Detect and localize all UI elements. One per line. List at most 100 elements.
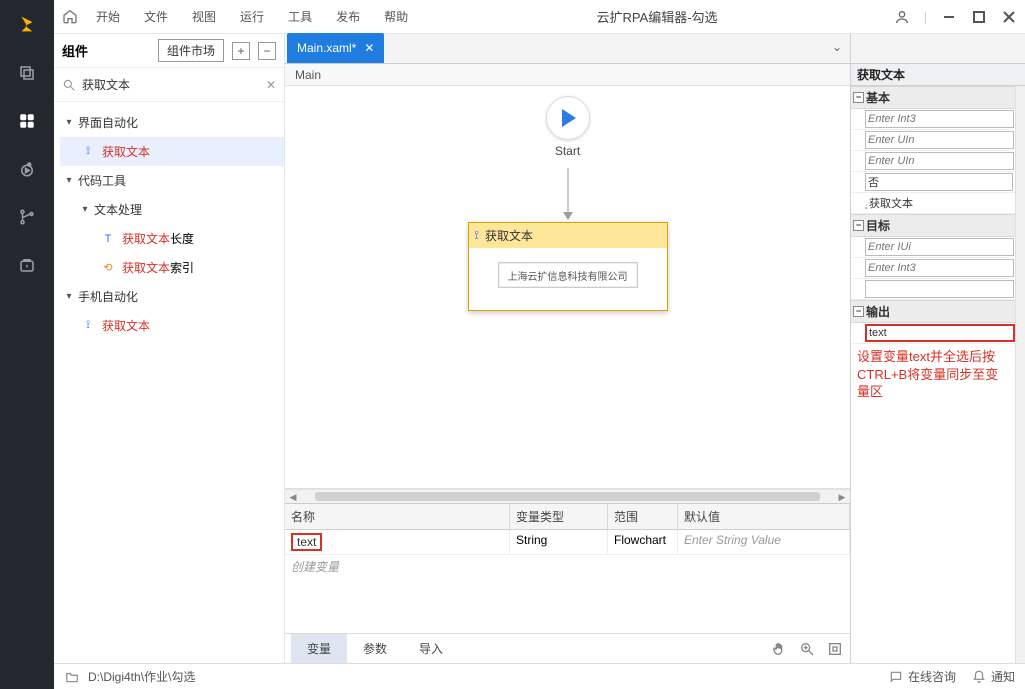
scrollbar-thumb[interactable]	[315, 492, 820, 501]
minimize-button[interactable]	[941, 9, 957, 25]
displayname-input[interactable]	[867, 194, 1013, 212]
menu-run[interactable]: 运行	[228, 0, 276, 34]
properties-panel: 获取文本 −基本 超时(毫秒) … 后延迟(毫... … 前延迟(	[850, 34, 1025, 663]
tab-label: Main.xaml*	[297, 41, 356, 55]
var-default[interactable]: Enter String Value	[678, 530, 850, 554]
consult-button[interactable]: 在线咨询	[889, 668, 956, 685]
target-icon: ⟟	[80, 318, 96, 334]
scroll-left-icon[interactable]: ◀	[285, 490, 301, 504]
collapse-icon[interactable]: −	[853, 306, 864, 317]
tree-item-gettext[interactable]: ⟟ 获取文本	[60, 137, 284, 166]
run-icon[interactable]	[14, 156, 40, 182]
clear-search-icon[interactable]: ✕	[266, 78, 276, 92]
group-target[interactable]: −目标	[851, 214, 1015, 237]
var-name[interactable]: text	[291, 533, 322, 551]
start-node[interactable]: Start	[546, 96, 590, 158]
flow-arrow	[567, 168, 568, 214]
design-surface[interactable]: Start ⟟ 获取文本 上海云扩信息科技有限公司	[285, 86, 850, 489]
search-input[interactable]	[82, 78, 260, 92]
grid-icon[interactable]	[14, 108, 40, 134]
pan-icon[interactable]	[770, 640, 788, 658]
tab-variables[interactable]: 变量	[291, 634, 347, 663]
text-output-input[interactable]	[865, 324, 1015, 342]
prop-after-delay: 后延迟(毫... …	[851, 130, 1015, 151]
tree-label: 手机自动化	[78, 288, 138, 305]
after-input[interactable]	[865, 131, 1014, 149]
target-icon: ⟟	[475, 228, 479, 243]
scroll-right-icon[interactable]: ▶	[834, 490, 850, 504]
tab-import[interactable]: 导入	[403, 634, 459, 663]
user-icon[interactable]	[894, 9, 910, 25]
tree-item-mobile-gettext[interactable]: ⟟ 获取文本	[60, 311, 284, 340]
element-input[interactable]	[865, 238, 1014, 256]
menu-help[interactable]: 帮助	[372, 0, 420, 34]
timeout-input[interactable]	[865, 110, 1014, 128]
branch-icon[interactable]	[14, 204, 40, 230]
maximize-button[interactable]	[971, 9, 987, 25]
annotation-note: 设置变量text并全选后按CTRL+B将变量同步至变量区	[851, 344, 1015, 405]
onfail-select[interactable]	[865, 173, 1013, 191]
tree-group-text[interactable]: ▾文本处理	[60, 195, 284, 224]
app-root: 开始 文件 视图 运行 工具 发布 帮助 云扩RPA编辑器-勾选 |	[0, 0, 1025, 689]
selector-input[interactable]	[865, 280, 1014, 298]
var-type[interactable]: String	[510, 530, 608, 554]
tab-close-icon[interactable]: ✕	[364, 41, 374, 55]
collapse-button[interactable]: −	[258, 42, 276, 60]
menu-tools[interactable]: 工具	[276, 0, 324, 34]
prop-selector: 选择器 …	[851, 279, 1015, 300]
window-title: 云扩RPA编辑器-勾选	[420, 7, 894, 26]
start-label: Start	[555, 144, 580, 158]
close-button[interactable]	[1001, 9, 1017, 25]
tab-params[interactable]: 参数	[347, 634, 403, 663]
prop-displayname: 显示名称	[851, 193, 1015, 214]
col-name[interactable]: 名称	[285, 504, 510, 529]
expand-button[interactable]: +	[232, 42, 250, 60]
collapse-icon[interactable]: −	[853, 220, 864, 231]
menu-view[interactable]: 视图	[180, 0, 228, 34]
tree-group-code[interactable]: ▾代码工具	[60, 166, 284, 195]
center-panel: Main.xaml* ✕ ⌄ Main Start	[285, 34, 850, 663]
notify-button[interactable]: 通知	[972, 668, 1015, 685]
search-icon	[62, 78, 76, 92]
col-scope[interactable]: 范围	[608, 504, 678, 529]
tree-item-label: 获取文本	[122, 261, 170, 275]
tree-label: 代码工具	[78, 172, 126, 189]
tree-item-textindex[interactable]: ⟲ 获取文本索引	[60, 253, 284, 282]
breadcrumb[interactable]: Main	[285, 64, 850, 86]
before-input[interactable]	[865, 152, 1014, 170]
menu-file[interactable]: 文件	[132, 0, 180, 34]
menu-items: 开始 文件 视图 运行 工具 发布 帮助	[84, 0, 420, 34]
group-output[interactable]: −输出	[851, 300, 1015, 323]
variable-row[interactable]: text String Flowchart Enter String Value	[285, 530, 850, 555]
folder-icon	[64, 670, 80, 684]
col-default[interactable]: 默认值	[678, 504, 850, 529]
activity-gettext[interactable]: ⟟ 获取文本 上海云扩信息科技有限公司	[468, 222, 668, 311]
create-variable[interactable]: 创建变量	[285, 555, 850, 578]
tree-label: 文本处理	[94, 201, 142, 218]
chevron-down-icon[interactable]: ⌄	[832, 40, 842, 54]
home-icon[interactable]	[62, 8, 80, 26]
zoom-icon[interactable]	[798, 640, 816, 658]
tree-group-mobile[interactable]: ▾手机自动化	[60, 282, 284, 311]
col-type[interactable]: 变量类型	[510, 504, 608, 529]
var-scope[interactable]: Flowchart	[608, 530, 678, 554]
tree-item-textlen[interactable]: T 获取文本长度	[60, 224, 284, 253]
menu-start[interactable]: 开始	[84, 0, 132, 34]
group-basic[interactable]: −基本	[851, 86, 1015, 109]
vertical-scrollbar[interactable]	[1015, 86, 1025, 663]
components-tree: ▾界面自动化 ⟟ 获取文本 ▾代码工具 ▾文本处理 T 获取文本长度 ⟲ 获取文…	[54, 102, 284, 663]
tab-main[interactable]: Main.xaml* ✕	[287, 33, 384, 63]
copy-icon[interactable]	[14, 60, 40, 86]
target-icon: ⟟	[80, 144, 96, 160]
fit-icon[interactable]	[826, 640, 844, 658]
horizontal-scrollbar[interactable]: ◀ ▶	[285, 489, 850, 503]
status-path[interactable]: D:\Digi4th\作业\勾选	[88, 668, 195, 685]
collapse-icon[interactable]: −	[853, 92, 864, 103]
match-input[interactable]	[865, 259, 1014, 277]
menu-publish[interactable]: 发布	[324, 0, 372, 34]
activity-bar	[0, 0, 54, 689]
tree-item-label: 获取文本	[122, 232, 170, 246]
tree-group-ui[interactable]: ▾界面自动化	[60, 108, 284, 137]
package-icon[interactable]	[14, 252, 40, 278]
market-button[interactable]: 组件市场	[158, 39, 224, 62]
